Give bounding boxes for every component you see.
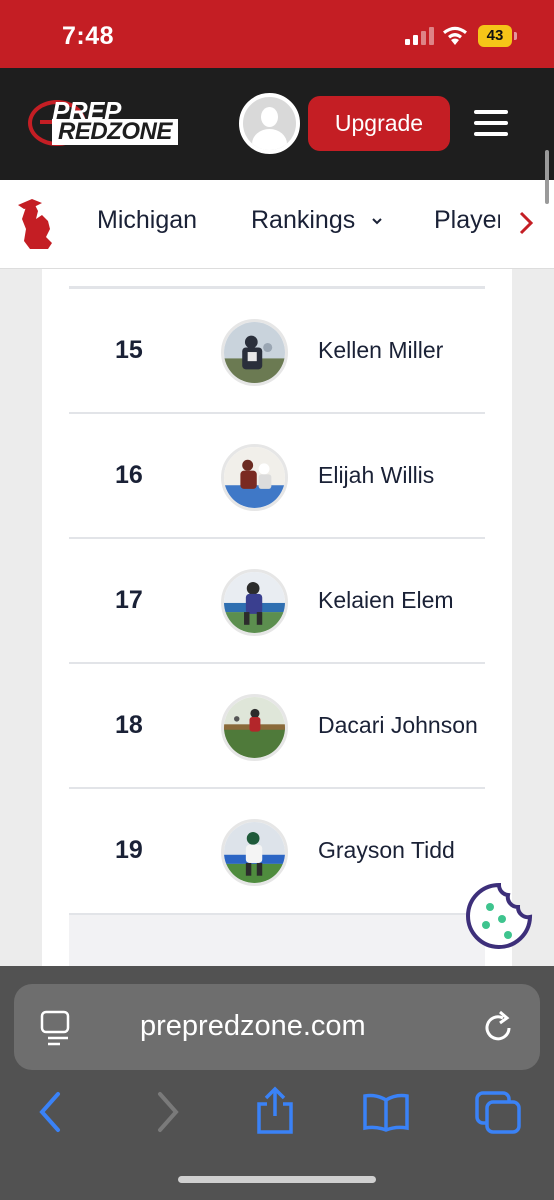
player-photo[interactable] [221,444,288,511]
ranking-row-partial [69,913,485,969]
share-icon[interactable] [254,1086,296,1136]
user-avatar[interactable] [239,93,300,154]
url-text[interactable]: prepredzone.com [140,1010,366,1043]
nav-item-rankings-label: Rankings [251,206,356,234]
ranking-row[interactable]: 16 Elijah Willis [69,412,485,538]
home-indicator [178,1176,376,1183]
nav-item-players[interactable]: Players [434,206,500,235]
chevron-down-icon [372,218,382,225]
player-photo[interactable] [221,569,288,636]
avatar-body [252,129,287,150]
tabs-icon[interactable] [474,1090,524,1136]
hamburger-menu-icon[interactable] [474,110,508,136]
player-name[interactable]: Grayson Tidd [318,837,488,864]
michigan-state-icon[interactable] [18,199,60,251]
player-name[interactable]: Dacari Johnson [318,712,488,739]
wifi-icon [443,26,467,45]
battery-tip [514,32,517,40]
player-name[interactable]: Kelaien Elem [318,587,488,614]
forward-arrow-icon[interactable] [152,1090,182,1134]
status-time: 7:48 [62,22,115,50]
battery-icon: 43 [478,25,512,47]
rank-number: 17 [115,586,143,614]
player-photo[interactable] [221,319,288,386]
ranking-row[interactable]: 19 Grayson Tidd [69,787,485,913]
player-name[interactable]: Kellen Miller [318,337,488,364]
page-scroll-indicator[interactable] [545,150,549,204]
ranking-row[interactable]: 17 Kelaien Elem [69,537,485,663]
rank-number: 19 [115,836,143,864]
chevron-right-icon[interactable] [512,206,540,240]
prepredzone-logo[interactable]: PREP REDZONE [28,96,180,148]
ranking-row[interactable]: 15 Kellen Miller [69,287,485,413]
nav-item-rankings[interactable]: Rankings [251,206,384,235]
cellular-signal-icon [405,27,434,45]
logo-text-redzone: REDZONE [52,119,178,145]
player-photo[interactable] [221,819,288,886]
ranking-row[interactable]: 18 Dacari Johnson [69,662,485,788]
player-photo[interactable] [221,694,288,761]
cookie-settings-icon[interactable] [464,881,534,951]
avatar-head [261,107,278,127]
back-arrow-icon[interactable] [36,1090,66,1134]
rank-number: 16 [115,461,143,489]
rank-number: 15 [115,336,143,364]
reader-page-icon[interactable] [40,1010,72,1046]
status-bar: 7:48 43 [0,0,554,68]
upgrade-button[interactable]: Upgrade [308,96,450,151]
bookmarks-icon[interactable] [362,1092,410,1132]
nav-item-michigan[interactable]: Michigan [97,206,197,235]
player-name[interactable]: Elijah Willis [318,462,488,489]
reload-icon[interactable] [482,1010,516,1046]
rank-number: 18 [115,711,143,739]
